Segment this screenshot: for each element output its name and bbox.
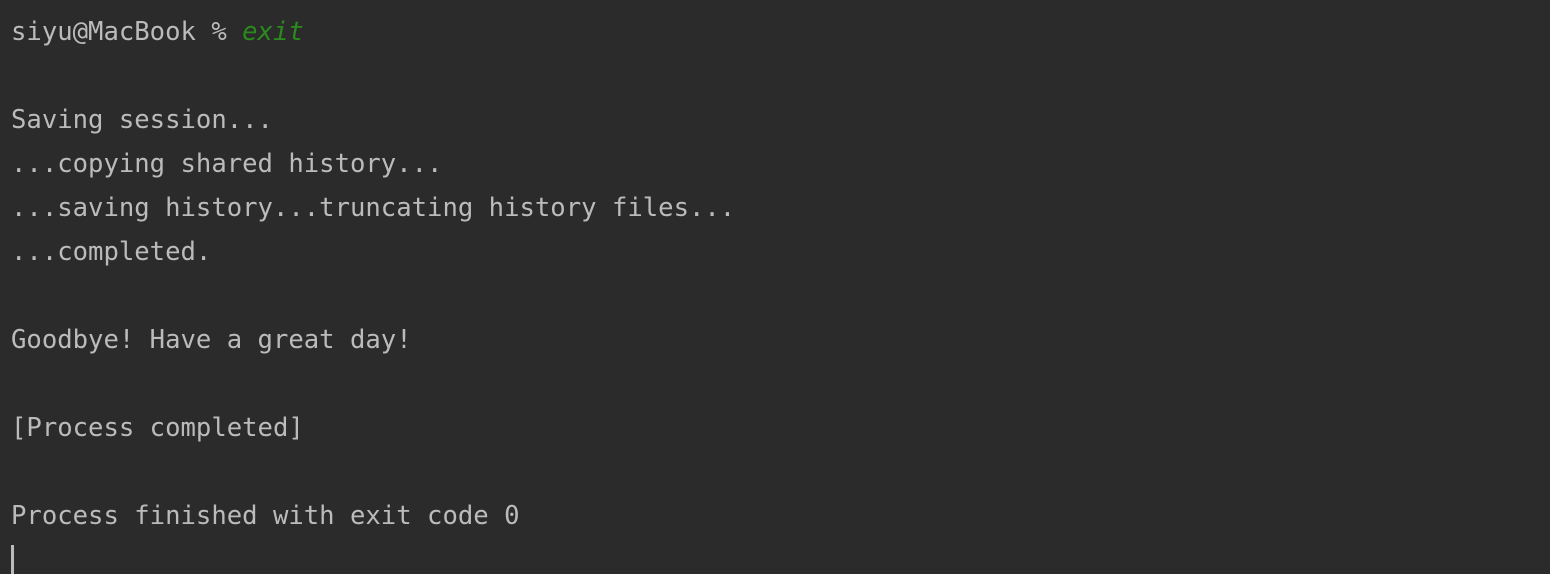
output-line-completed: ...completed.: [11, 237, 212, 267]
output-line-saving-history: ...saving history...truncating history f…: [11, 193, 736, 223]
output-line-blank: [11, 450, 1550, 494]
output-line-blank: [11, 54, 1550, 98]
terminal-output[interactable]: siyu@MacBook % exit Saving session... ..…: [0, 0, 1550, 574]
shell-prompt: siyu@MacBook %: [11, 17, 243, 47]
entered-command: exit: [242, 17, 304, 47]
output-line-process-completed: [Process completed]: [11, 413, 304, 443]
output-line-exit-code: Process finished with exit code 0: [11, 501, 520, 531]
text-cursor: [11, 545, 14, 574]
cursor-line[interactable]: [11, 538, 1550, 574]
prompt-line: siyu@MacBook % exit: [11, 10, 1550, 54]
output-line-goodbye: Goodbye! Have a great day!: [11, 325, 412, 355]
output-line-copying-history: ...copying shared history...: [11, 149, 443, 179]
output-line-saving-session: Saving session...: [11, 105, 273, 135]
output-line-blank: [11, 362, 1550, 406]
output-line-blank: [11, 274, 1550, 318]
